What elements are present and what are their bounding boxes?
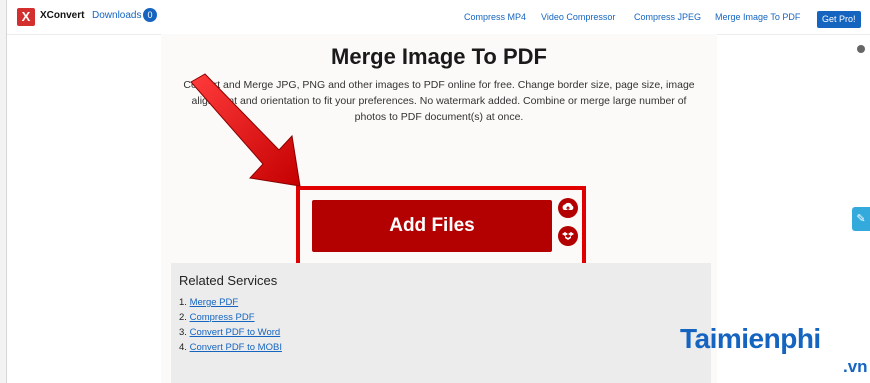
list-number: 4. — [179, 342, 187, 353]
page-description: Convert and Merge JPG, PNG and other ima… — [183, 79, 695, 123]
compress-pdf-link[interactable]: Compress PDF — [190, 312, 255, 323]
dropbox-icon[interactable] — [558, 226, 578, 246]
downloads-link[interactable]: Downloads — [92, 10, 141, 21]
convert-pdf-to-word-link[interactable]: Convert PDF to Word — [190, 327, 281, 338]
watermark-logo: Taimienphi — [680, 323, 821, 354]
related-services-title: Related Services — [179, 273, 278, 288]
list-number: 3. — [179, 327, 187, 338]
xconvert-logo-icon[interactable]: X — [17, 8, 35, 26]
nav-compress-jpeg[interactable]: Compress JPEG — [634, 12, 701, 22]
list-item: 2. Compress PDF — [179, 310, 282, 325]
top-navbar: X XConvert Downloads 0 Compress MP4 Vide… — [7, 0, 870, 35]
list-item: 4. Convert PDF to MOBI — [179, 340, 282, 355]
list-item: 3. Convert PDF to Word — [179, 325, 282, 340]
page-title: Merge Image To PDF — [331, 44, 547, 69]
cloud-upload-icon[interactable] — [558, 198, 578, 218]
highlight-box: Add Files — [296, 186, 586, 272]
related-services-panel: Related Services 1. Merge PDF 2. Compres… — [171, 263, 711, 383]
merge-pdf-link[interactable]: Merge PDF — [190, 297, 239, 308]
related-services-list: 1. Merge PDF 2. Compress PDF 3. Convert … — [179, 295, 282, 355]
watermark-suffix: .vn — [843, 357, 868, 376]
get-pro-button[interactable]: Get Pro! — [817, 11, 861, 28]
nav-compress-mp4[interactable]: Compress MP4 — [464, 12, 526, 22]
downloads-count-badge: 0 — [143, 8, 157, 22]
convert-pdf-to-mobi-link[interactable]: Convert PDF to MOBI — [190, 342, 282, 353]
brand-name[interactable]: XConvert — [40, 10, 84, 21]
nav-video-compressor[interactable]: Video Compressor — [541, 12, 615, 22]
list-number: 2. — [179, 312, 187, 323]
chat-icon[interactable]: ✎ — [852, 207, 870, 231]
list-item: 1. Merge PDF — [179, 295, 282, 310]
side-scroll-indicator[interactable] — [857, 45, 865, 53]
add-files-button[interactable]: Add Files — [312, 200, 552, 252]
main-content: Merge Image To PDF Convert and Merge JPG… — [161, 34, 717, 383]
nav-merge-image-to-pdf[interactable]: Merge Image To PDF — [715, 12, 800, 22]
list-number: 1. — [179, 297, 187, 308]
